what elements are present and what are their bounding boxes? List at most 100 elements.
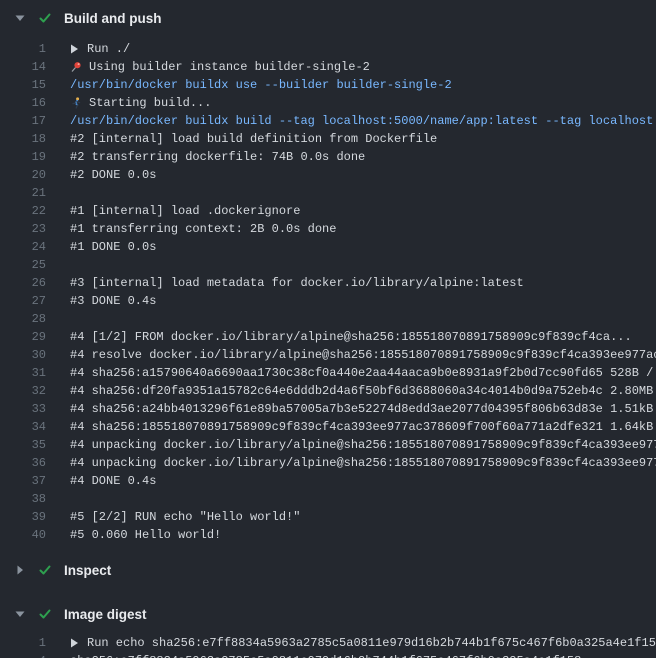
line-content: #3 DONE 0.4s <box>70 292 156 310</box>
line-content: #1 DONE 0.0s <box>70 238 156 256</box>
log-block-build-and-push: 1 Run ./ 14 Using builder instance builder-… <box>0 36 656 546</box>
line-number[interactable]: 24 <box>0 238 46 256</box>
log-text: #4 sha256:a15790640a6690aa1730c38cf0a440… <box>70 364 656 382</box>
log-text: #1 [internal] load .dockerignore <box>70 202 300 220</box>
line-number[interactable]: 30 <box>0 346 46 364</box>
section-header-build-and-push[interactable]: Build and push <box>0 0 656 36</box>
log-text: #4 sha256:185518070891758909c9f839cf4ca3… <box>70 418 656 436</box>
line-number[interactable]: 38 <box>0 490 46 508</box>
line-number[interactable]: 37 <box>0 472 46 490</box>
chevron-right-icon[interactable] <box>14 564 26 576</box>
line-content: #2 DONE 0.0s <box>70 166 156 184</box>
command-text: /usr/bin/docker buildx build --tag local… <box>70 112 656 130</box>
line-content: /usr/bin/docker buildx use --builder bui… <box>70 76 452 94</box>
log-line: 1 Run ./ <box>0 40 656 58</box>
log-line: 23 #1 transferring context: 2B 0.0s done <box>0 220 656 238</box>
line-number[interactable]: 26 <box>0 274 46 292</box>
log-text: #3 [internal] load metadata for docker.i… <box>70 274 524 292</box>
line-content: #4 unpacking docker.io/library/alpine@sh… <box>70 436 656 454</box>
line-content: #4 [1/2] FROM docker.io/library/alpine@s… <box>70 328 632 346</box>
pushpin-icon <box>70 61 82 73</box>
command-text: /usr/bin/docker buildx use --builder bui… <box>70 76 452 94</box>
log-line: 22 #1 [internal] load .dockerignore <box>0 202 656 220</box>
section-build-and-push: Build and push 1 Run ./ 14 Using builder in… <box>0 0 656 546</box>
play-expand-icon[interactable] <box>70 43 79 55</box>
log-text: #4 sha256:df20fa9351a15782c64e6dddb2d4a6… <box>70 382 656 400</box>
line-content: Starting build... <box>70 94 211 112</box>
line-number[interactable]: 17 <box>0 112 46 130</box>
line-number[interactable]: 18 <box>0 130 46 148</box>
line-content: #1 transferring context: 2B 0.0s done <box>70 220 336 238</box>
log-line: 17/usr/bin/docker buildx build --tag loc… <box>0 112 656 130</box>
line-number[interactable]: 35 <box>0 436 46 454</box>
log-line: 20 #2 DONE 0.0s <box>0 166 656 184</box>
line-number[interactable]: 34 <box>0 418 46 436</box>
chevron-down-icon[interactable] <box>14 12 26 24</box>
line-number[interactable]: 33 <box>0 400 46 418</box>
actions-log-viewer: Build and push 1Run ./14Using builder in… <box>0 0 656 658</box>
check-icon <box>38 563 52 577</box>
line-number[interactable]: 28 <box>0 310 46 328</box>
log-line: 28 <box>0 310 656 328</box>
line-content: Run ./ <box>70 40 130 58</box>
log-line: 33#4 sha256:a24bb4013296f61e89ba57005a7b… <box>0 400 656 418</box>
log-line: 26 #3 [internal] load metadata for docker… <box>0 274 656 292</box>
line-content: #4 resolve docker.io/library/alpine@sha2… <box>70 346 656 364</box>
line-number[interactable]: 32 <box>0 382 46 400</box>
log-text: Using builder instance builder-single-2 <box>89 58 370 76</box>
log-line: 16 Starting build... <box>0 94 656 112</box>
line-number[interactable]: 19 <box>0 148 46 166</box>
line-number[interactable]: 22 <box>0 202 46 220</box>
line-number[interactable]: 39 <box>0 508 46 526</box>
log-line: 32 #4 sha256:df20fa9351a15782c64e6dddb2d4… <box>0 382 656 400</box>
line-content: Using builder instance builder-single-2 <box>70 58 370 76</box>
log-line: 39 #5 [2/2] RUN echo "Hello world!" <box>0 508 656 526</box>
line-number[interactable]: 16 <box>0 94 46 112</box>
log-line: 14 Using builder instance builder-single-… <box>0 58 656 76</box>
line-number[interactable]: 23 <box>0 220 46 238</box>
log-text: sha256:e7ff8834a5963a2785c5a0811e979d16b… <box>70 652 581 658</box>
log-text: #2 [internal] load build definition from… <box>70 130 437 148</box>
line-number[interactable]: 15 <box>0 76 46 94</box>
line-content: #4 sha256:185518070891758909c9f839cf4ca3… <box>70 418 656 436</box>
log-line: 1 Run echo sha256:e7ff8834a5963a2785c5a08… <box>0 634 656 652</box>
log-text: #3 DONE 0.4s <box>70 292 156 310</box>
line-content: #4 sha256:df20fa9351a15782c64e6dddb2d4a6… <box>70 382 656 400</box>
line-number[interactable]: 40 <box>0 526 46 544</box>
line-number[interactable]: 36 <box>0 454 46 472</box>
check-icon <box>38 607 52 621</box>
line-number[interactable]: 27 <box>0 292 46 310</box>
log-line: 30 #4 resolve docker.io/library/alpine@sh… <box>0 346 656 364</box>
line-number[interactable]: 1 <box>0 40 46 58</box>
log-line: 36 #4 unpacking docker.io/library/alpine@… <box>0 454 656 472</box>
section-inspect: Inspect <box>0 554 656 586</box>
line-number[interactable]: 25 <box>0 256 46 274</box>
line-number[interactable]: 14 <box>0 58 46 76</box>
line-number[interactable]: 1 <box>0 634 46 652</box>
line-content: #1 [internal] load .dockerignore <box>70 202 300 220</box>
log-text: #4 unpacking docker.io/library/alpine@sh… <box>70 454 656 472</box>
chevron-down-icon[interactable] <box>14 608 26 620</box>
log-line: 15/usr/bin/docker buildx use --builder b… <box>0 76 656 94</box>
line-number[interactable]: 29 <box>0 328 46 346</box>
line-number[interactable]: 21 <box>0 184 46 202</box>
log-line: 31 #4 sha256:a15790640a6690aa1730c38cf0a4… <box>0 364 656 382</box>
log-line: 40 #5 0.060 Hello world! <box>0 526 656 544</box>
section-header-inspect[interactable]: Inspect <box>0 554 656 586</box>
line-number[interactable]: 20 <box>0 166 46 184</box>
section-title: Inspect <box>64 563 111 578</box>
play-expand-icon[interactable] <box>70 637 79 649</box>
log-text: Run echo sha256:e7ff8834a5963a2785c5a081… <box>87 634 656 652</box>
line-number[interactable]: 4 <box>0 652 46 658</box>
log-line: 38 <box>0 490 656 508</box>
line-number[interactable]: 31 <box>0 364 46 382</box>
line-content: #4 unpacking docker.io/library/alpine@sh… <box>70 454 656 472</box>
line-content: #5 [2/2] RUN echo "Hello world!" <box>70 508 300 526</box>
log-line: 35 #4 unpacking docker.io/library/alpine@… <box>0 436 656 454</box>
section-header-image-digest[interactable]: Image digest <box>0 598 656 630</box>
line-content: #5 0.060 Hello world! <box>70 526 221 544</box>
log-text: #4 resolve docker.io/library/alpine@sha2… <box>70 346 656 364</box>
log-text: #5 [2/2] RUN echo "Hello world!" <box>70 508 300 526</box>
section-title: Build and push <box>64 11 162 26</box>
line-content: sha256:e7ff8834a5963a2785c5a0811e979d16b… <box>70 652 581 658</box>
